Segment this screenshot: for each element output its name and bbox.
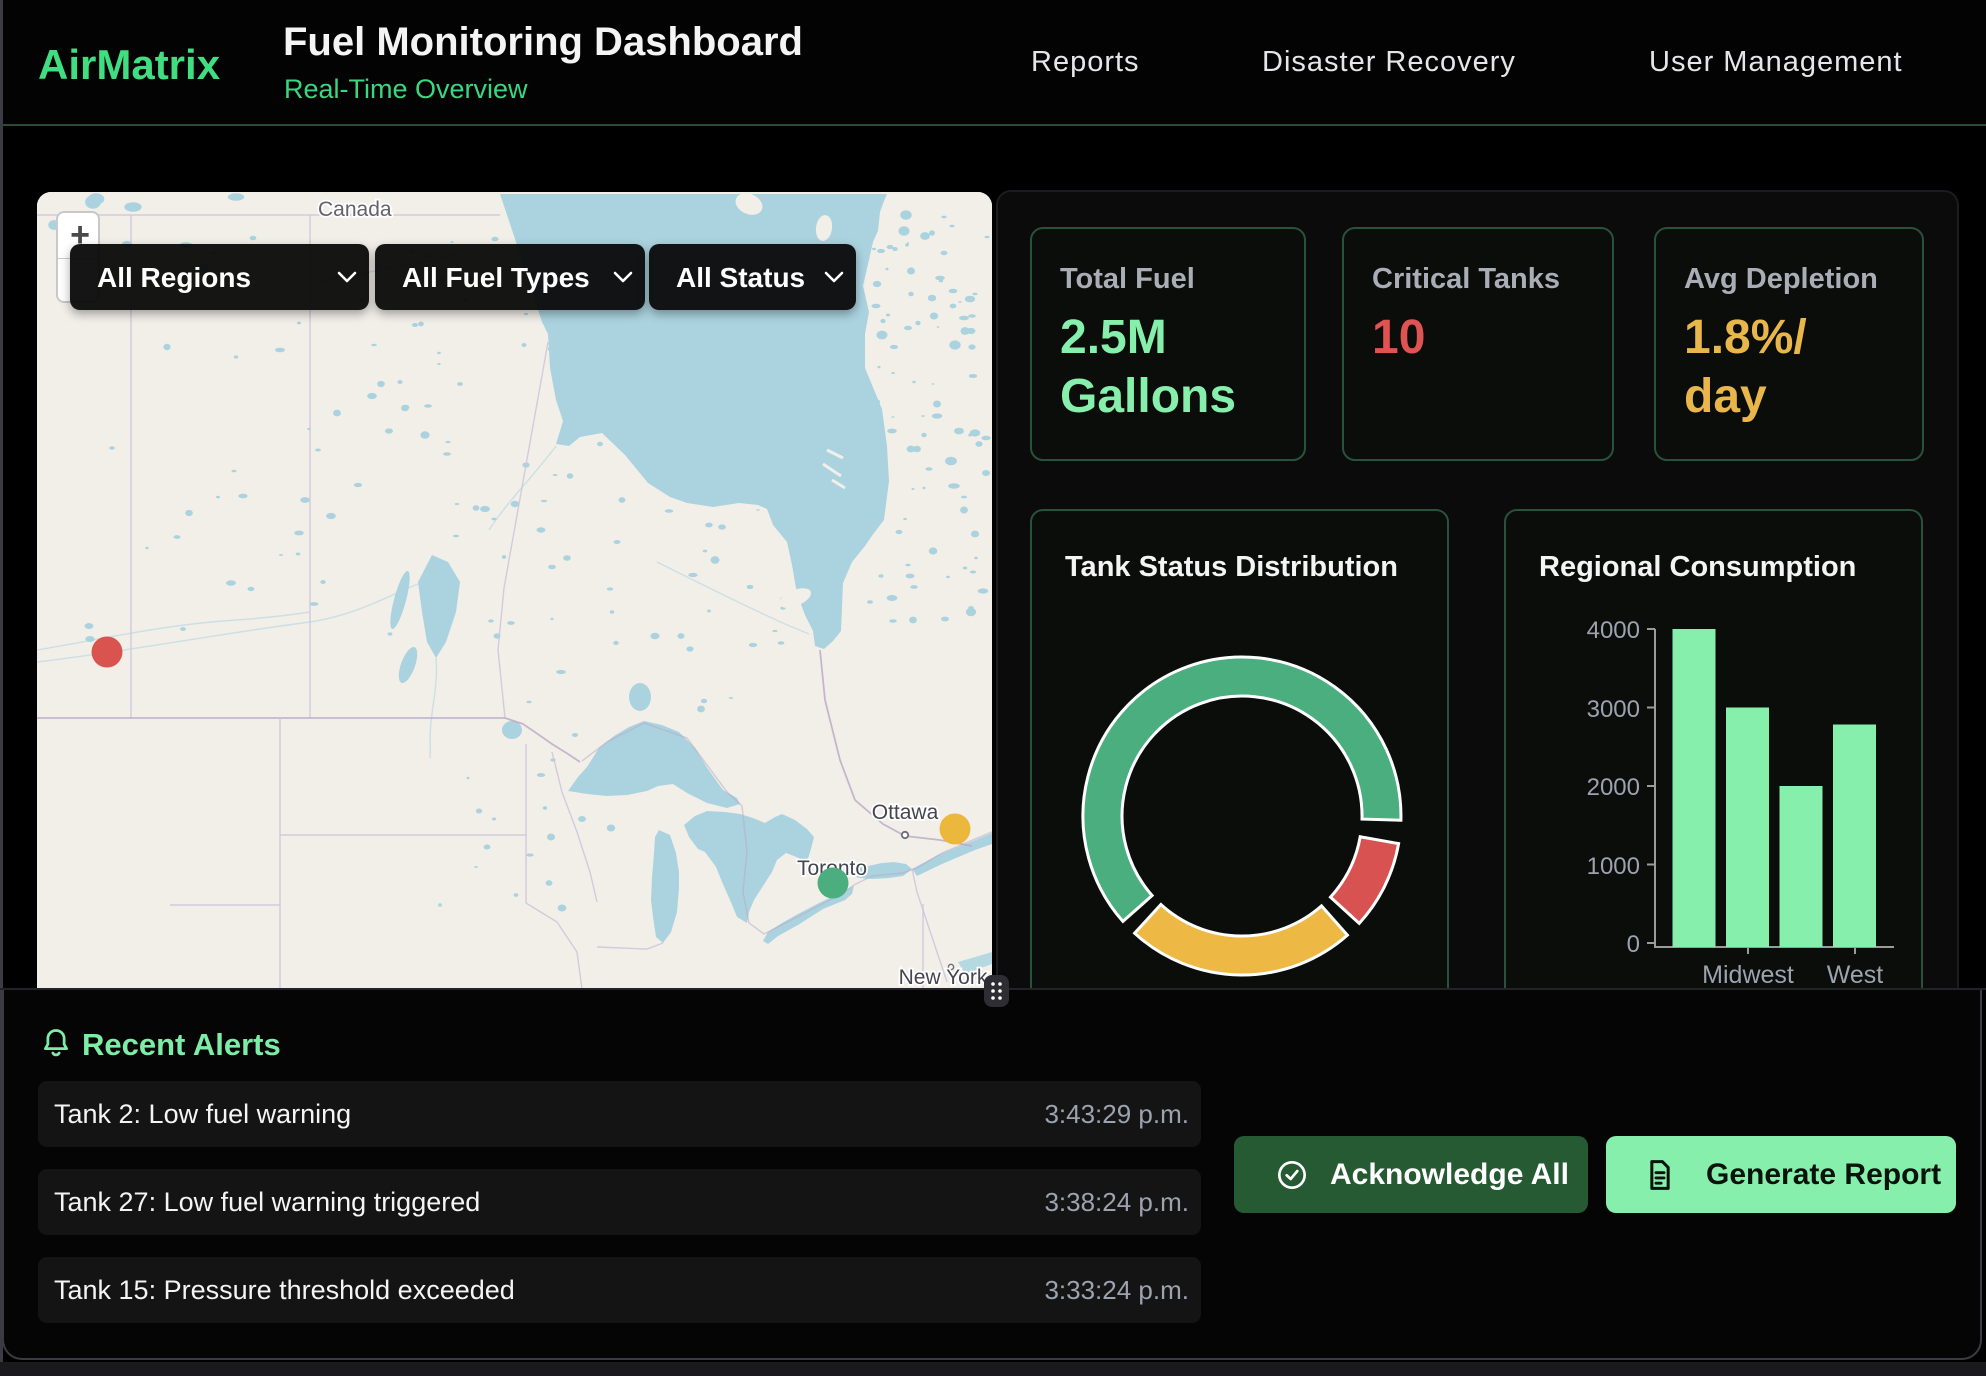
svg-text:Ottawa: Ottawa [872,801,939,824]
svg-text:2000: 2000 [1587,774,1640,801]
svg-text:0: 0 [1627,931,1640,958]
svg-text:Canada: Canada [318,198,392,221]
svg-text:New York: New York [899,966,988,989]
svg-text:West: West [1827,961,1884,989]
svg-text:Midwest: Midwest [1702,961,1794,989]
svg-text:4000: 4000 [1587,617,1640,644]
svg-text:1000: 1000 [1587,853,1640,880]
svg-text:3000: 3000 [1587,696,1640,723]
